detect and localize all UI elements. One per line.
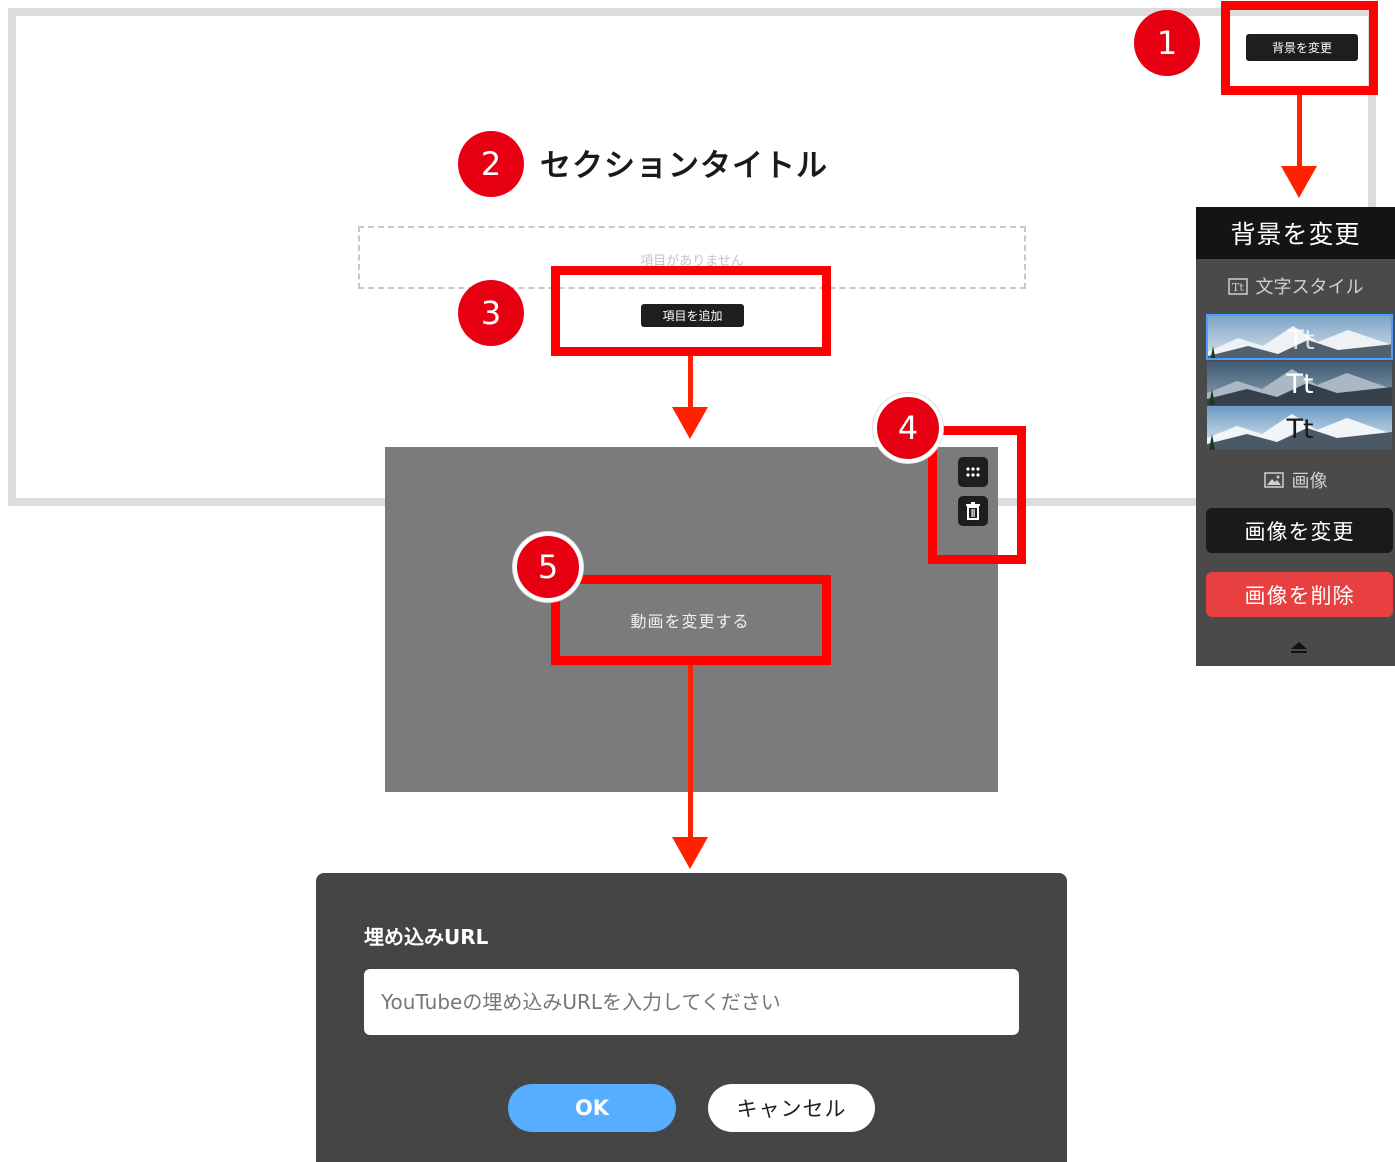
highlight-box-5 xyxy=(551,575,831,665)
thumb-text-2: Tt xyxy=(1285,369,1313,400)
arrow-line-1 xyxy=(1297,95,1302,167)
arrow-head-1 xyxy=(1281,166,1317,198)
drag-handle-button[interactable] xyxy=(958,457,988,487)
text-style-thumb-2[interactable]: Tt xyxy=(1207,361,1392,405)
panel-header: 背景を変更 xyxy=(1196,207,1395,259)
arrow-line-5 xyxy=(688,665,693,838)
text-style-icon: Tt xyxy=(1227,277,1248,295)
arrow-line-3 xyxy=(688,356,693,408)
step-badge-3: 3 xyxy=(458,280,524,346)
change-image-button[interactable]: 画像を変更 xyxy=(1206,508,1393,553)
delete-image-button[interactable]: 画像を削除 xyxy=(1206,572,1393,617)
section-title[interactable]: セクションタイトル xyxy=(540,140,828,185)
image-icon xyxy=(1263,472,1284,488)
arrow-head-5 xyxy=(672,837,708,869)
collapse-panel-button[interactable] xyxy=(1290,639,1308,658)
cancel-button[interactable]: キャンセル xyxy=(708,1084,875,1132)
change-background-button[interactable]: 背景を変更 xyxy=(1246,34,1358,61)
svg-text:Tt: Tt xyxy=(1232,281,1244,294)
delete-block-button[interactable] xyxy=(958,496,988,526)
add-item-button[interactable]: 項目を追加 xyxy=(641,304,744,327)
eject-icon xyxy=(1291,642,1307,653)
step-badge-1: 1 xyxy=(1134,10,1200,76)
thumb-text-3: Tt xyxy=(1285,414,1313,445)
text-style-label: 文字スタイル xyxy=(1255,277,1364,298)
step-badge-4: 4 xyxy=(873,393,943,463)
text-style-row: Tt 文字スタイル xyxy=(1196,272,1395,300)
ok-button[interactable]: OK xyxy=(508,1084,676,1132)
thumb-text-1: Tt xyxy=(1286,325,1314,356)
image-label: 画像 xyxy=(1291,471,1328,492)
dialog-title: 埋め込みURL xyxy=(364,925,489,949)
step-badge-5: 5 xyxy=(513,532,583,602)
highlight-box-4 xyxy=(928,426,1026,564)
dots-grid-icon xyxy=(966,467,980,477)
arrow-head-3 xyxy=(672,407,708,439)
step-badge-2: 2 xyxy=(458,131,524,197)
trash-icon xyxy=(966,502,980,520)
image-row: 画像 xyxy=(1196,466,1395,494)
text-style-thumb-3[interactable]: Tt xyxy=(1207,406,1392,450)
text-style-thumb-1[interactable]: Tt xyxy=(1206,314,1393,360)
embed-url-input[interactable] xyxy=(364,969,1019,1035)
